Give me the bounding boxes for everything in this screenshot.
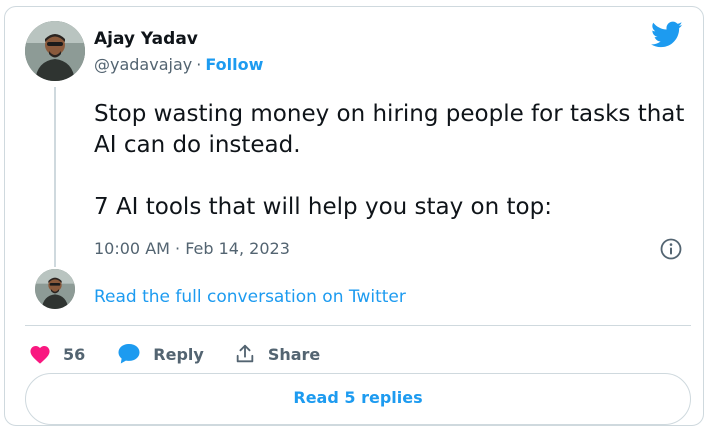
divider xyxy=(25,325,691,326)
read-conversation-link[interactable]: Read the full conversation on Twitter xyxy=(94,287,406,307)
follow-button[interactable]: Follow xyxy=(205,55,263,74)
conversation-avatar[interactable] xyxy=(35,269,75,309)
author-name[interactable]: Ajay Yadav xyxy=(94,29,198,49)
like-count: 56 xyxy=(63,344,86,364)
read-replies-button[interactable]: Read 5 replies xyxy=(25,373,691,425)
share-button[interactable]: Share xyxy=(234,343,320,365)
author-avatar[interactable] xyxy=(25,21,85,81)
share-arrow-icon xyxy=(234,343,256,365)
tweet-text: Stop wasting money on hiring people for … xyxy=(94,99,694,223)
separator-dot: · xyxy=(196,55,202,74)
like-button[interactable]: 56 xyxy=(29,344,85,364)
twitter-bird-icon[interactable] xyxy=(651,21,683,49)
author-handle[interactable]: @yadavajay xyxy=(94,55,192,74)
info-icon[interactable] xyxy=(659,237,683,261)
tweet-paragraph: Stop wasting money on hiring people for … xyxy=(94,101,685,158)
read-replies-label: Read 5 replies xyxy=(293,388,423,407)
thread-line xyxy=(54,87,56,267)
tweet-paragraph: 7 AI tools that will help you stay on to… xyxy=(94,194,552,220)
action-bar: 56 Reply Share xyxy=(25,339,320,369)
tweet-timestamp[interactable]: 10:00 AM · Feb 14, 2023 xyxy=(94,239,290,258)
share-label: Share xyxy=(267,344,321,364)
tweet-card: Ajay Yadav @yadavajay · Follow Stop wastin… xyxy=(4,6,704,426)
speech-bubble-icon xyxy=(117,343,141,365)
heart-icon xyxy=(29,344,51,364)
author-handle-row: @yadavajay · Follow xyxy=(94,55,263,74)
reply-button[interactable]: Reply xyxy=(117,343,204,365)
reply-label: Reply xyxy=(153,344,204,364)
